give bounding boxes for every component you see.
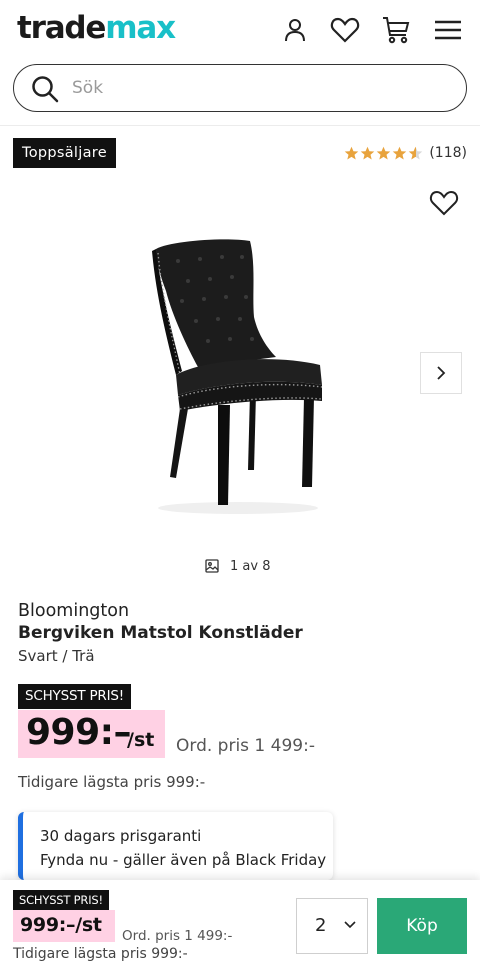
product-rating[interactable]: (118) (344, 143, 467, 163)
search-bar[interactable] (13, 64, 467, 112)
search-icon (30, 74, 60, 108)
logo-text-trade: trade (17, 10, 106, 46)
price-value: 999:– (26, 712, 132, 753)
lowest-price-note: Tidigare lägsta pris 999:- (18, 773, 206, 791)
sticky-buy-bar: SCHYSST PRIS! 999:–/st Ord. pris 1 499:-… (0, 880, 480, 972)
search-input[interactable] (72, 73, 442, 103)
star-icon (345, 146, 359, 159)
image-counter: 1 av 8 (205, 556, 270, 576)
guarantee-title: 30 dagars prisgaranti (40, 827, 202, 845)
header-divider (0, 125, 480, 126)
quantity-select[interactable]: 2 (296, 898, 368, 954)
heart-icon[interactable] (329, 14, 361, 46)
price-unit: /st (127, 729, 155, 751)
star-icon (361, 146, 375, 159)
header: trademax (0, 0, 480, 62)
product-title: Bergviken Matstol Konstläder (18, 623, 303, 643)
half-star-icon (409, 146, 423, 159)
user-icon[interactable] (279, 14, 311, 46)
chevron-down-icon (344, 921, 356, 929)
bottom-price-value: 999:–/st (20, 914, 102, 936)
trademax-logo[interactable]: trademax (17, 10, 176, 46)
buy-button[interactable]: Köp (377, 898, 467, 954)
price-guarantee-card: 30 dagars prisgaranti Fynda nu - gäller … (18, 812, 333, 880)
deal-badge: SCHYSST PRIS! (18, 684, 131, 709)
wishlist-heart-icon[interactable] (428, 188, 460, 220)
cart-icon[interactable] (380, 14, 412, 46)
top-seller-badge: Toppsäljare (13, 138, 116, 168)
rating-stars (344, 146, 423, 161)
menu-icon[interactable] (432, 14, 464, 46)
quantity-value: 2 (315, 915, 327, 936)
bottom-price-box: 999:–/st (13, 910, 115, 942)
star-icon (393, 146, 407, 159)
bottom-lowest-price-note: Tidigare lägsta pris 999:- (13, 946, 188, 962)
review-count: (118) (429, 145, 467, 161)
bottom-deal-badge: SCHYSST PRIS! (13, 890, 109, 910)
price-box: 999:– /st (18, 710, 165, 758)
product-variant: Svart / Trä (18, 647, 95, 665)
image-counter-text: 1 av 8 (230, 558, 271, 574)
bottom-ordinary-price: Ord. pris 1 499:- (122, 928, 233, 944)
product-brand[interactable]: Bloomington (18, 601, 129, 621)
guarantee-text: Fynda nu - gäller även på Black Friday (40, 851, 327, 869)
chevron-right-icon (437, 366, 446, 380)
product-image[interactable] (130, 225, 342, 525)
ordinary-price: Ord. pris 1 499:- (176, 736, 315, 756)
star-icon (377, 146, 391, 159)
image-icon (205, 559, 219, 573)
logo-text-max: max (105, 10, 176, 46)
next-image-button[interactable] (420, 352, 462, 394)
